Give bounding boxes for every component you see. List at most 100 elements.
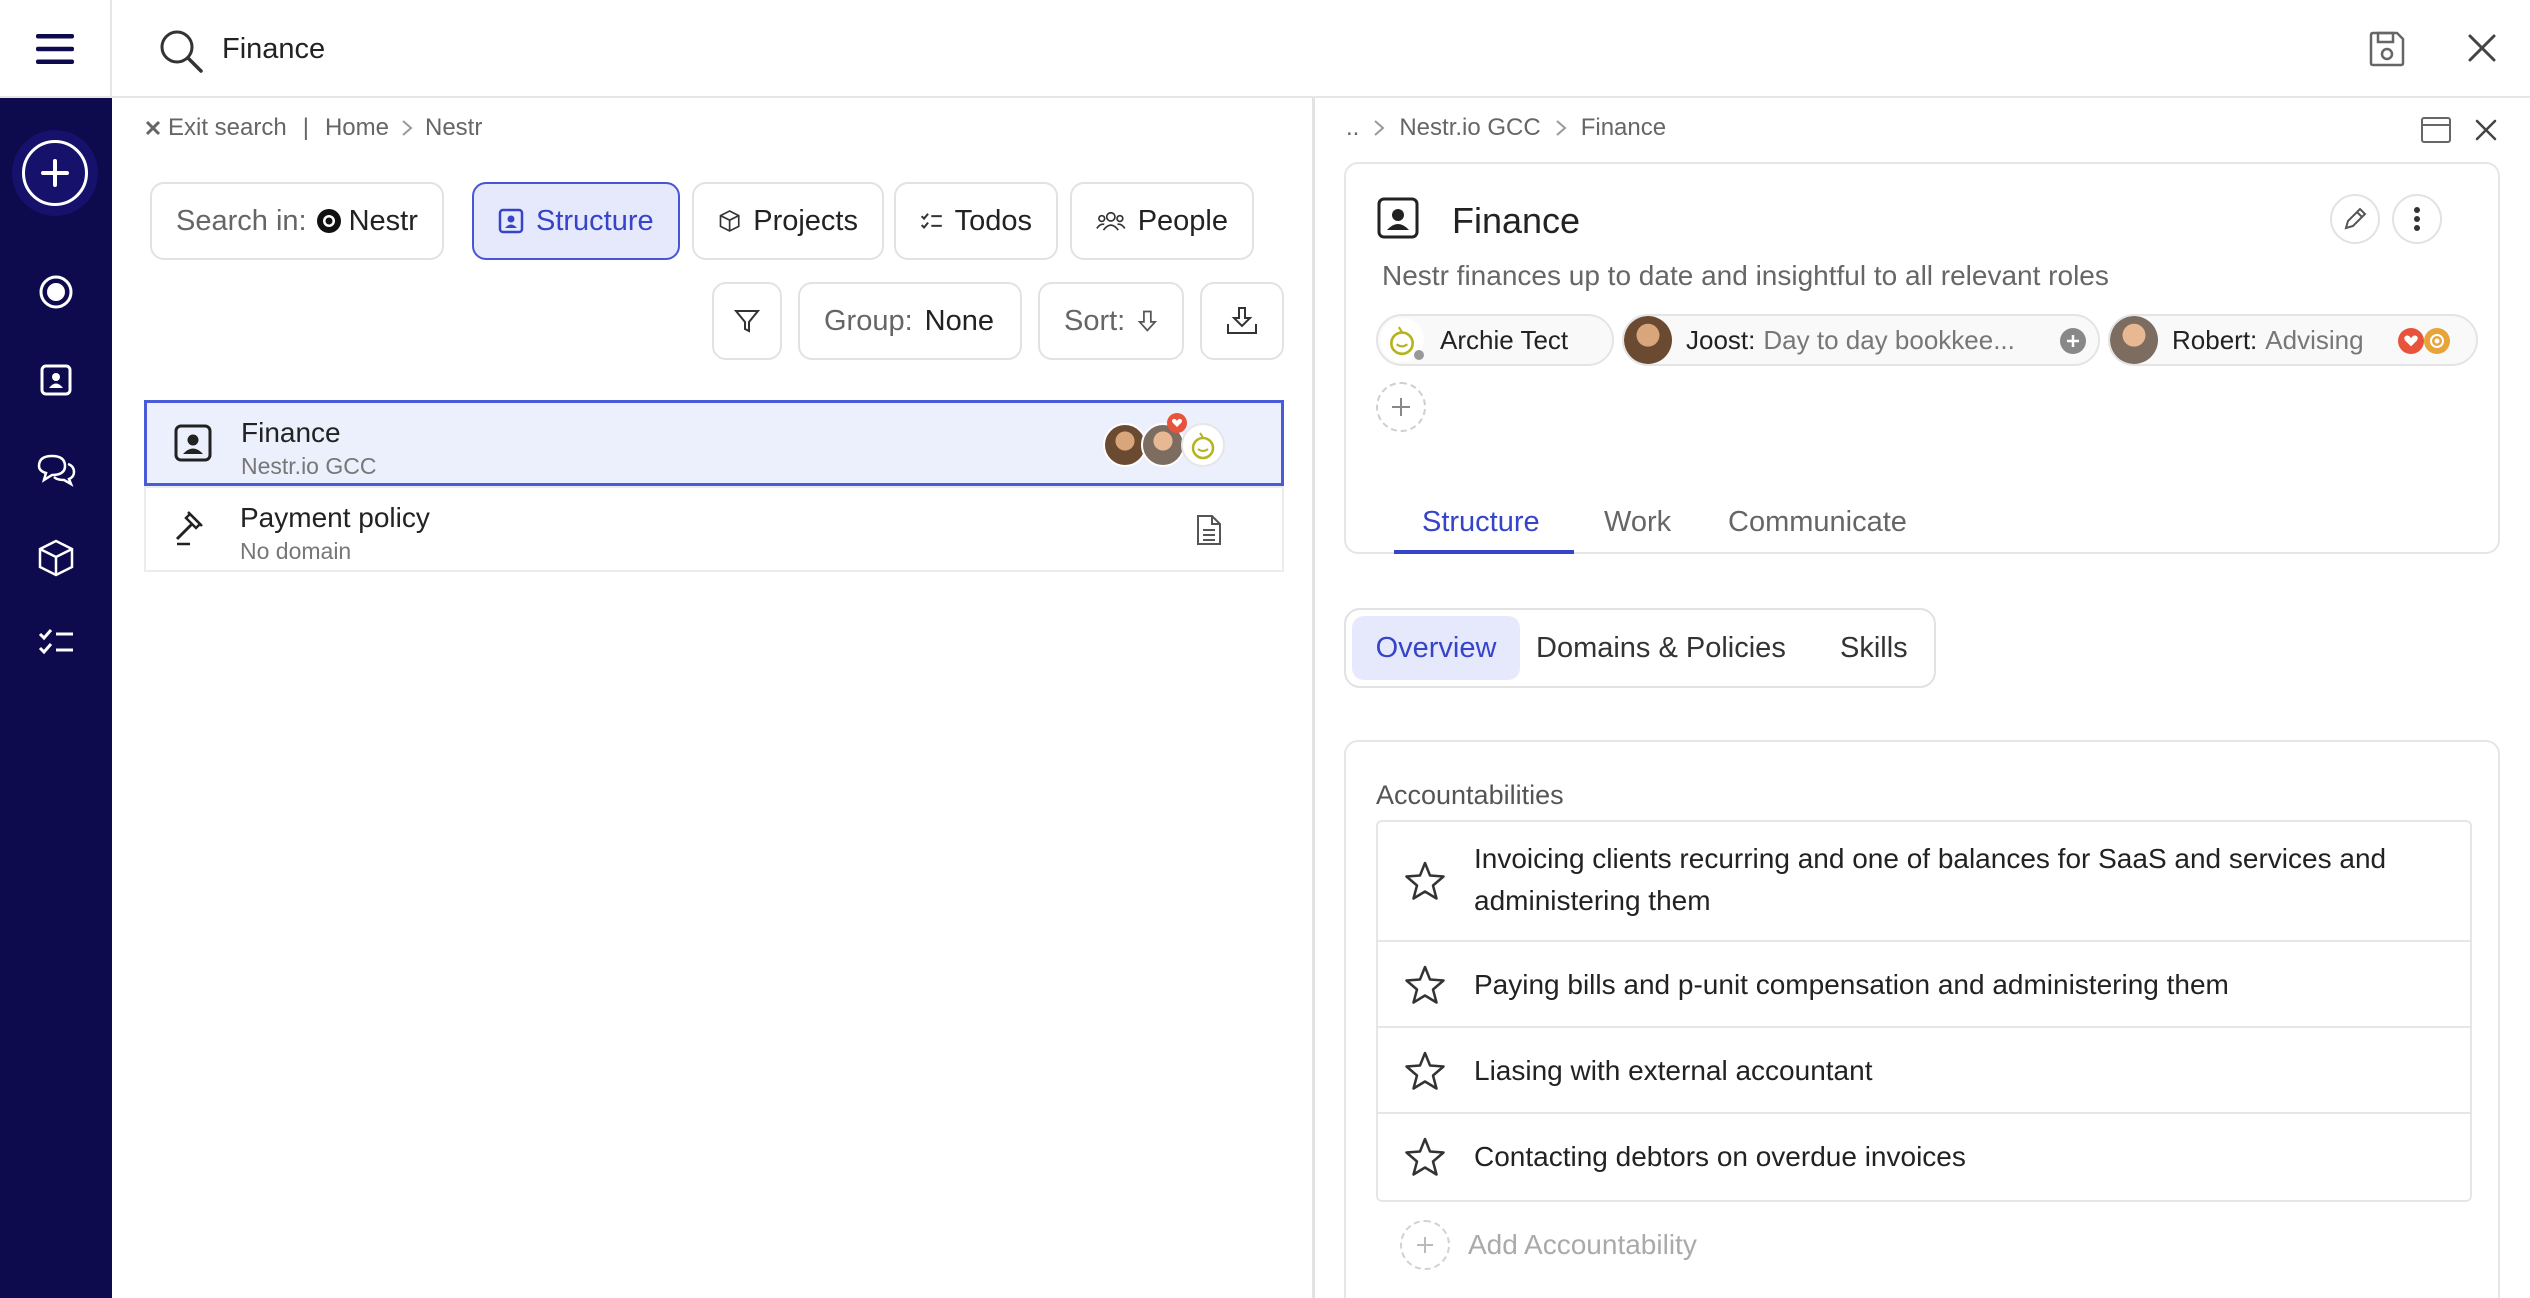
chevron-right-icon <box>402 120 413 136</box>
role-badge-icon <box>173 423 213 463</box>
close-icon <box>145 120 161 136</box>
group-selector[interactable]: Group: None <box>798 282 1022 360</box>
sidebar <box>0 98 112 1298</box>
filter-projects[interactable]: Projects <box>692 182 884 260</box>
exit-search-link[interactable]: Exit search <box>144 114 287 142</box>
heart-badge-icon <box>2398 328 2424 354</box>
breadcrumb-nestr[interactable]: Nestr <box>425 114 482 142</box>
breadcrumb-parent[interactable]: Nestr.io GCC <box>1399 114 1540 142</box>
search-in-value: Nestr <box>348 204 418 237</box>
active-tab-indicator <box>1394 550 1574 554</box>
plus-icon <box>1400 1220 1450 1270</box>
save-icon[interactable] <box>2368 30 2406 68</box>
tab-structure[interactable]: Structure <box>1422 506 1540 539</box>
filter-button[interactable] <box>712 282 782 360</box>
document-icon <box>1196 514 1222 546</box>
accountabilities-card: Accountabilities Invoicing clients recur… <box>1344 740 2500 1298</box>
list-item: Liasing with external accountant <box>1378 1028 2472 1114</box>
tab-communicate[interactable]: Communicate <box>1728 506 1907 539</box>
tab-work[interactable]: Work <box>1604 506 1671 539</box>
chat-icon[interactable] <box>26 440 86 500</box>
plus-icon <box>1392 398 1410 416</box>
filter-projects-label: Projects <box>753 204 858 237</box>
subtab-domains-policies[interactable]: Domains & Policies <box>1536 616 1786 680</box>
chevron-right-icon <box>1374 120 1385 136</box>
accountabilities-list: Invoicing clients recurring and one of b… <box>1376 820 2472 1202</box>
panel-divider <box>1312 98 1315 1298</box>
list-item[interactable]: Payment policy No domain <box>144 486 1284 572</box>
sort-selector[interactable]: Sort: <box>1038 282 1184 360</box>
avatar <box>1624 316 1672 364</box>
role-title: Finance <box>1452 200 1581 241</box>
close-icon[interactable] <box>2466 32 2498 64</box>
accountability-text: Contacting debtors on overdue invoices <box>1474 1141 1966 1172</box>
filter-structure[interactable]: Structure <box>472 182 680 260</box>
download-icon <box>1227 307 1257 334</box>
top-bar <box>0 0 2530 98</box>
close-icon[interactable] <box>2474 118 2498 142</box>
add-assignee-button[interactable] <box>1376 382 1426 432</box>
breadcrumb-current: Finance <box>1580 114 1667 141</box>
group-label: Group: <box>824 304 913 337</box>
funnel-icon <box>733 310 761 333</box>
plus-icon <box>22 140 88 206</box>
search-in-label: Search in: <box>176 204 307 237</box>
assignee-name: Joost <box>1686 324 1749 355</box>
filter-people[interactable]: People <box>1070 182 1254 260</box>
assignee-focus: Advising <box>2265 324 2364 355</box>
search-in-selector[interactable]: Search in: Nestr <box>150 182 444 260</box>
result-title: Payment policy <box>240 502 430 533</box>
accountabilities-heading: Accountabilities <box>1376 780 1564 810</box>
detail-breadcrumb: .. Nestr.io GCC Finance <box>1346 114 1666 142</box>
list-item: Invoicing clients recurring and one of b… <box>1378 822 2472 942</box>
checklist-icon <box>920 213 942 229</box>
star-icon[interactable] <box>1404 1050 1446 1092</box>
menu-icon[interactable] <box>0 0 112 98</box>
star-icon[interactable] <box>1404 964 1446 1006</box>
todos-icon[interactable] <box>26 612 86 672</box>
search-input[interactable] <box>222 20 1822 78</box>
status-dot <box>1414 350 1424 360</box>
assignee-chip[interactable]: Robert: Advising <box>2108 314 2478 366</box>
arrow-down-icon <box>1137 310 1158 332</box>
gavel-icon <box>172 508 212 548</box>
role-badge-icon <box>1376 196 1420 240</box>
accountability-text: Liasing with external accountant <box>1474 1055 1873 1086</box>
breadcrumb: Exit search | Home Nestr <box>144 114 482 142</box>
star-icon[interactable] <box>1404 1136 1446 1178</box>
roles-icon[interactable] <box>26 350 86 410</box>
assignee-name: Robert <box>2172 324 2251 355</box>
breadcrumb-home[interactable]: Home <box>325 114 389 142</box>
maximize-icon[interactable] <box>2420 116 2452 144</box>
accountability-text: Invoicing clients recurring and one of b… <box>1474 843 2387 916</box>
pencil-icon <box>2344 207 2367 230</box>
nestr-home-icon[interactable] <box>26 262 86 322</box>
add-accountability-button[interactable]: Add Accountability <box>1400 1220 1697 1270</box>
avatar <box>2110 316 2158 364</box>
role-purpose: Nestr finances up to date and insightful… <box>1382 260 2109 291</box>
edit-button[interactable] <box>2330 194 2380 244</box>
breadcrumb-up[interactable]: .. <box>1346 114 1359 142</box>
role-badge-icon <box>498 208 524 234</box>
subtab-overview[interactable]: Overview <box>1352 616 1520 680</box>
more-options-button[interactable] <box>2392 194 2442 244</box>
filter-todos[interactable]: Todos <box>894 182 1058 260</box>
sort-label: Sort: <box>1064 304 1126 337</box>
add-focus-icon[interactable] <box>2060 328 2086 354</box>
assignee-chip[interactable]: Archie Tect <box>1376 314 1614 366</box>
role-header-card: Finance Nestr finances up to date and in… <box>1344 162 2500 554</box>
kebab-icon <box>2414 207 2420 231</box>
list-item: Paying bills and p-unit compensation and… <box>1378 942 2472 1028</box>
filter-structure-label: Structure <box>536 204 654 237</box>
add-button[interactable] <box>12 130 98 216</box>
group-value: None <box>924 304 994 337</box>
people-icon <box>1096 211 1126 231</box>
archie-avatar <box>1181 423 1225 467</box>
projects-icon[interactable] <box>26 528 86 588</box>
list-item[interactable]: Finance Nestr.io GCC <box>144 400 1284 486</box>
subtab-skills[interactable]: Skills <box>1840 616 1908 680</box>
star-icon[interactable] <box>1404 860 1446 902</box>
export-button[interactable] <box>1200 282 1284 360</box>
assignee-chip[interactable]: Joost: Day to day bookkee... <box>1622 314 2100 366</box>
add-accountability-label: Add Accountability <box>1468 1229 1697 1260</box>
